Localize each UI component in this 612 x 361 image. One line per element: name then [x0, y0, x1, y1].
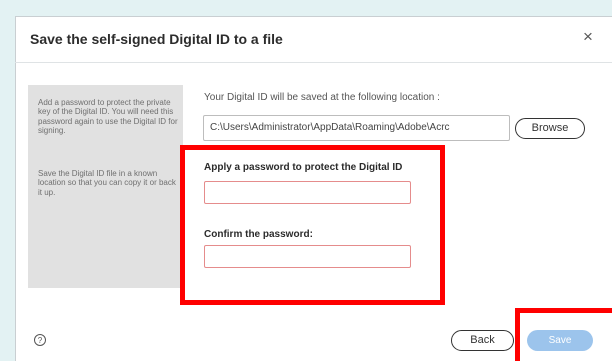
close-icon[interactable]: × — [581, 28, 595, 45]
dialog-title: Save the self-signed Digital ID to a fil… — [30, 31, 283, 47]
title-divider — [15, 62, 612, 63]
sidebar-text-password: Add a password to protect the private ke… — [38, 98, 178, 136]
help-icon[interactable]: ? — [34, 334, 46, 346]
password-highlight-box — [180, 145, 445, 305]
browse-button[interactable]: Browse — [515, 118, 585, 139]
save-button[interactable]: Save — [527, 330, 593, 351]
back-button[interactable]: Back — [451, 330, 514, 351]
location-label: Your Digital ID will be saved at the fol… — [204, 92, 440, 103]
info-sidebar: Add a password to protect the private ke… — [28, 85, 183, 288]
file-path-input[interactable]: C:\Users\Administrator\AppData\Roaming\A… — [203, 115, 510, 141]
sidebar-text-location: Save the Digital ID file in a known loca… — [38, 169, 176, 197]
